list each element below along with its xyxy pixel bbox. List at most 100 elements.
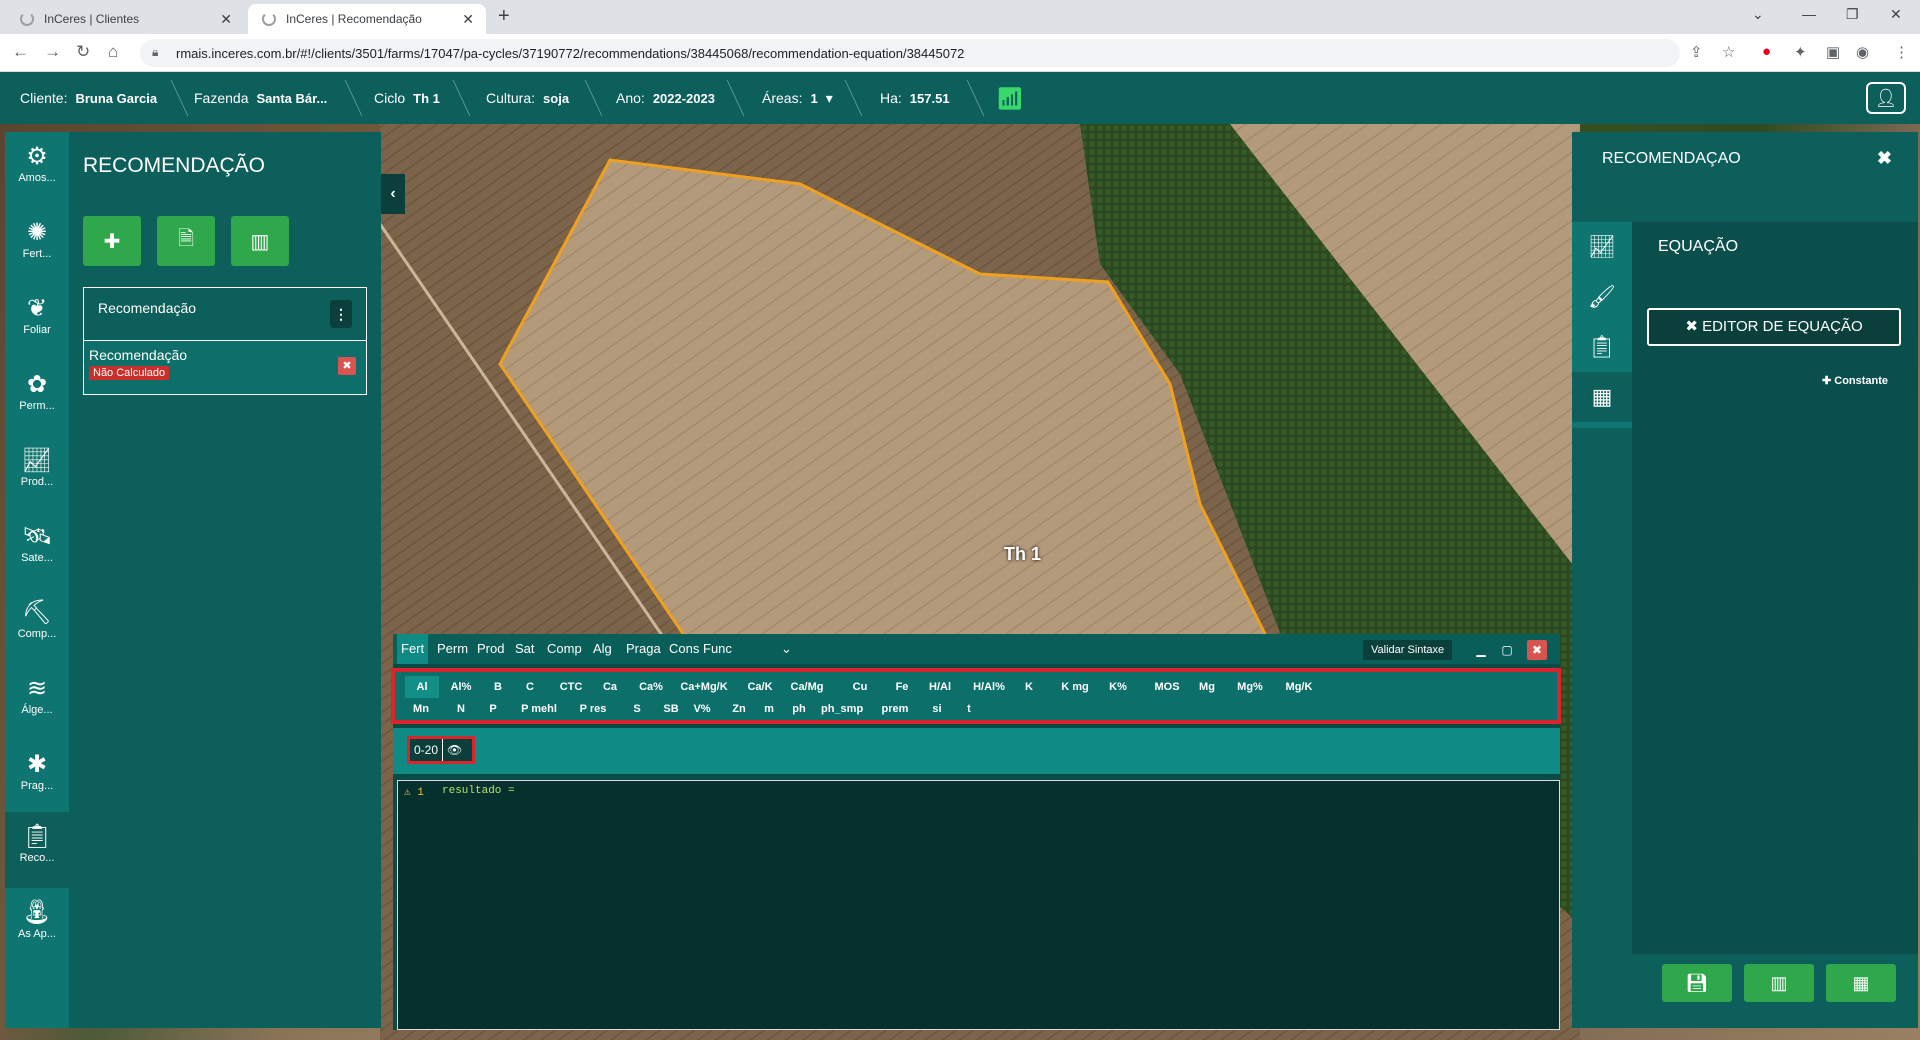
close-tab-icon[interactable]: ✕ — [462, 11, 474, 28]
rail-item-pragas[interactable]: ✱ Prag... — [5, 740, 69, 816]
eye-icon[interactable]: 👁︎ — [442, 739, 466, 761]
chart-icon[interactable]: 📈︎ — [1572, 222, 1632, 272]
breadcrumb-ciclo[interactable]: Ciclo Th 1 — [374, 72, 440, 124]
breadcrumb-cliente[interactable]: Cliente: Bruna Garcia — [20, 72, 157, 124]
variable-ctc[interactable]: CTC — [551, 676, 591, 698]
close-tab-icon[interactable]: ✕ — [220, 11, 232, 28]
variable-h-al[interactable]: H/Al — [925, 676, 955, 698]
variable-p-res[interactable]: P res — [575, 698, 611, 720]
save-button[interactable]: 💾︎ — [1662, 964, 1732, 1002]
tab-comp[interactable]: Comp — [543, 634, 586, 664]
share-icon[interactable]: ⇪ — [1690, 43, 1703, 61]
close-panel-icon[interactable]: ✖ — [1877, 148, 1892, 169]
rail-item-compactacao[interactable]: ⛏︎ Comp... — [5, 588, 69, 664]
new-tab-icon[interactable]: + — [498, 5, 510, 28]
calculate-button[interactable]: ▦ — [1826, 964, 1896, 1002]
browser-tab-clientes[interactable]: InCeres | Clientes ✕ — [6, 4, 244, 34]
close-window-icon[interactable]: ✕ — [1890, 6, 1902, 23]
add-recommendation-button[interactable]: ✚ — [83, 216, 141, 266]
opera-icon[interactable]: ● — [1762, 43, 1771, 60]
variable-ca-mg[interactable]: Ca/Mg — [783, 676, 831, 698]
variable-ca-[interactable]: Ca% — [631, 676, 671, 698]
variable-ca-k[interactable]: Ca/K — [741, 676, 779, 698]
rail-item-algebra[interactable]: ≋ Álge... — [5, 664, 69, 740]
validate-syntax-button[interactable]: Validar Sintaxe — [1363, 640, 1453, 660]
breadcrumb-areas[interactable]: Áreas: 1 ▾ — [762, 72, 833, 124]
breadcrumb-ano[interactable]: Ano: 2022-2023 — [616, 72, 715, 124]
paint-roller-icon[interactable]: 🖌︎ — [1572, 272, 1632, 322]
forward-icon[interactable]: → — [44, 42, 61, 62]
extensions-icon[interactable]: ✦ — [1794, 43, 1807, 61]
field-label[interactable]: Th 1 — [1004, 544, 1041, 565]
tab-praga[interactable]: Praga — [622, 634, 665, 664]
back-icon[interactable]: ← — [12, 42, 29, 62]
variable-k-mg[interactable]: K mg — [1055, 676, 1095, 698]
variable-zn[interactable]: Zn — [727, 698, 751, 720]
rail-item-amostragem[interactable]: ⚙︎ Amos... — [5, 132, 69, 208]
recommendation-item[interactable]: Recomendação Não Calculado ✖ — [83, 341, 367, 395]
maximize-icon[interactable]: ❐ — [1846, 6, 1859, 23]
variable-cu[interactable]: Cu — [847, 676, 873, 698]
variable-mg-k[interactable]: Mg/K — [1279, 676, 1319, 698]
url-field[interactable]: 🔒︎ rmais.inceres.com.br/#!/clients/3501/… — [140, 39, 1680, 67]
breadcrumb-cultura[interactable]: Cultura: soja — [486, 72, 569, 124]
calculator-icon[interactable]: ▦ — [1572, 372, 1632, 422]
chevron-down-icon[interactable]: ⌄ — [777, 634, 796, 664]
variable-m[interactable]: m — [761, 698, 777, 720]
maximize-icon[interactable]: ▢ — [1497, 640, 1517, 660]
variable-mg[interactable]: Mg — [1195, 676, 1219, 698]
variable-sb[interactable]: SB — [657, 698, 685, 720]
tab-func[interactable]: Func — [699, 634, 736, 664]
minimize-icon[interactable]: ▁ — [1471, 640, 1491, 660]
rail-item-foliar[interactable]: ❦ Foliar — [5, 284, 69, 360]
tab-fert[interactable]: Fert — [397, 634, 429, 664]
variable-mn[interactable]: Mn — [409, 698, 433, 720]
equation-editor-button[interactable]: ✖ EDITOR DE EQUAÇÃO — [1647, 308, 1901, 346]
tab-search-icon[interactable]: ⌄ — [1752, 6, 1764, 23]
breadcrumb-fazenda[interactable]: Fazenda Santa Bár... — [194, 72, 327, 124]
browser-tab-recomendacao[interactable]: InCeres | Recomendação ✕ — [248, 4, 486, 34]
variable-ph-smp[interactable]: ph_smp — [821, 698, 863, 720]
tab-alg[interactable]: Alg — [589, 634, 616, 664]
delete-recommendation-button[interactable]: ✖ — [338, 357, 356, 375]
variable-ca-mg-k[interactable]: Ca+Mg/K — [675, 676, 733, 698]
add-constant-button[interactable]: ✚ Constante — [1822, 374, 1888, 387]
user-button[interactable]: 👤︎ — [1866, 82, 1906, 114]
variable-mos[interactable]: MOS — [1147, 676, 1187, 698]
rail-item-recomendacao[interactable]: 📋︎ Reco... — [5, 812, 69, 888]
variable-p-mehl[interactable]: P mehl — [519, 698, 559, 720]
collapse-panel-button[interactable]: ‹ — [381, 174, 405, 214]
library-button[interactable]: ▥ — [1744, 964, 1814, 1002]
variable-v-[interactable]: V% — [689, 698, 715, 720]
variable-al-[interactable]: Al% — [441, 676, 481, 698]
variable-fe[interactable]: Fe — [889, 676, 915, 698]
variable-c[interactable]: C — [519, 676, 541, 698]
rail-item-perm[interactable]: ✿ Perm... — [5, 360, 69, 436]
home-icon[interactable]: ⌂ — [108, 42, 118, 62]
menu-kebab-icon[interactable]: ⋮ — [1894, 43, 1909, 61]
variable-n[interactable]: N — [451, 698, 471, 720]
list-options-button[interactable]: ⋮ — [330, 300, 352, 328]
pdf-button[interactable]: 🗎︎ — [157, 216, 215, 266]
rail-item-produtividade[interactable]: 📈︎ Prod... — [5, 436, 69, 512]
variable-al[interactable]: Al — [405, 676, 439, 698]
variable-si[interactable]: si — [927, 698, 947, 720]
variable-k[interactable]: K — [1019, 676, 1039, 698]
tab-sat[interactable]: Sat — [511, 634, 539, 664]
depth-selector[interactable]: 0-20 👁︎ — [407, 736, 475, 764]
variable-p[interactable]: P — [483, 698, 503, 720]
variable-mg-[interactable]: Mg% — [1231, 676, 1269, 698]
tab-perm[interactable]: Perm — [433, 634, 472, 664]
variable-ca[interactable]: Ca — [597, 676, 623, 698]
sidepanel-icon[interactable]: ▣ — [1826, 43, 1840, 61]
profile-avatar[interactable]: ◉ — [1856, 43, 1869, 61]
variable-ph[interactable]: ph — [789, 698, 809, 720]
code-editor[interactable]: ⚠ 1 resultado = — [397, 780, 1560, 1030]
minimize-icon[interactable]: — — [1802, 6, 1816, 22]
library-button[interactable]: ▥ — [231, 216, 289, 266]
close-icon[interactable]: ✖ — [1527, 640, 1547, 660]
tab-cons[interactable]: Cons — [665, 634, 703, 664]
recommendation-icon[interactable]: 📋︎ — [1572, 322, 1632, 372]
variable-t[interactable]: t — [961, 698, 977, 720]
rail-item-aplicacao[interactable]: ⛲︎ As Ap... — [5, 888, 69, 1028]
